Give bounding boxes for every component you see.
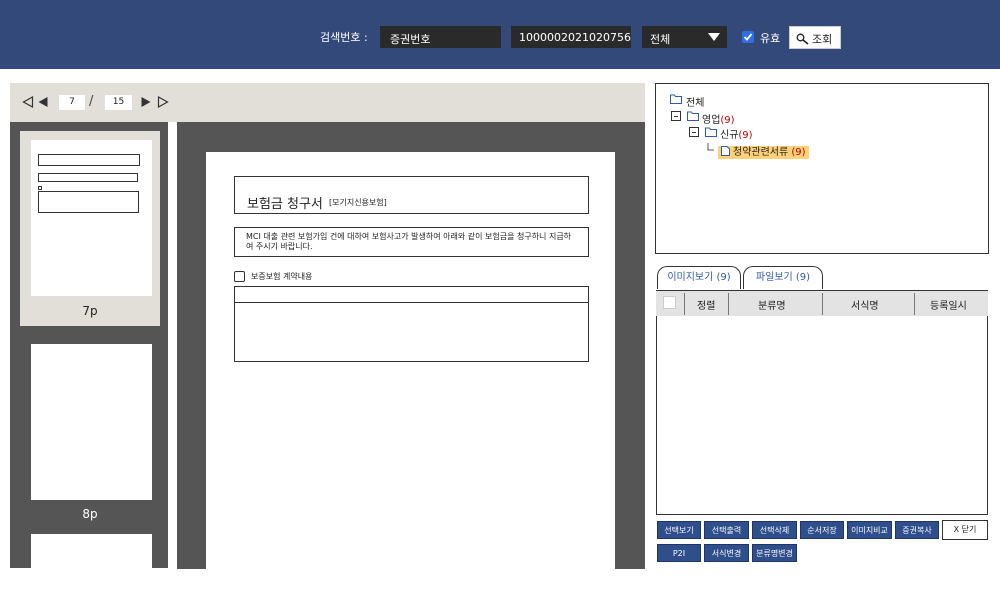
copy-policy-button[interactable]: 증권복사 [895, 521, 939, 539]
document-table-divider [235, 302, 588, 303]
p2i-button[interactable]: P2I [657, 544, 701, 562]
tree-leaf-count: (9) [791, 147, 806, 158]
thumbnail-checkbox [38, 186, 42, 190]
tree-node-root[interactable]: 전체 [686, 94, 704, 109]
document-title-box: 보험금 청구서 [모기지신용보험] [234, 176, 589, 214]
document-title: 보험금 청구서 [247, 197, 323, 212]
category-tree [655, 83, 989, 254]
column-divider [914, 293, 915, 315]
tree-leaf-highlight: 청약관련서류 (9) [718, 146, 809, 159]
tree-connector [707, 143, 714, 151]
search-button[interactable]: 조회 [789, 26, 841, 49]
tree-node-sales[interactable]: 영업(9) [702, 111, 735, 126]
document-table [234, 286, 589, 362]
tree-new-label: 신규 [720, 130, 739, 141]
last-page-icon[interactable] [157, 96, 169, 108]
total-pages: 15 [105, 95, 132, 110]
checkmark-icon [743, 33, 753, 41]
document-icon [721, 146, 730, 156]
tree-leaf-label: 청약관련서류 [733, 147, 789, 158]
close-button[interactable]: X 닫기 [942, 520, 988, 540]
column-category[interactable]: 분류명 [758, 297, 786, 312]
thumbnail-notice-box [38, 173, 138, 182]
current-page-input[interactable]: 7 [59, 95, 85, 110]
tab-image-view[interactable]: 이미지보기 (9) [657, 266, 741, 289]
search-icon [796, 33, 809, 45]
collapse-icon[interactable] [689, 127, 699, 137]
document-page [206, 152, 615, 572]
compare-images-button[interactable]: 이미지비교 [847, 521, 892, 539]
change-category-button[interactable]: 분류명변경 [752, 544, 797, 562]
search-type-field[interactable]: 증권번호 [380, 26, 501, 48]
thumbnail-table [38, 191, 139, 213]
thumbnail-page-8[interactable] [31, 344, 152, 500]
change-form-button[interactable]: 서식변경 [704, 544, 749, 562]
column-divider [728, 293, 729, 315]
column-form-name[interactable]: 서식명 [851, 297, 879, 312]
folder-icon [687, 111, 699, 121]
view-selected-button[interactable]: 선택보기 [657, 521, 701, 539]
folder-icon [705, 127, 717, 137]
page-separator: / [89, 94, 94, 109]
status-select[interactable]: 전체 [642, 26, 727, 48]
policy-number-input[interactable]: 100000202102075695 [511, 26, 631, 48]
tree-new-count: (9) [738, 130, 753, 141]
grid-header: 정렬 분류명 서식명 등록일시 [656, 290, 988, 316]
status-select-value: 전체 [650, 33, 671, 46]
prev-page-icon[interactable] [37, 96, 49, 108]
thumbnail-title-box [38, 154, 140, 166]
document-section-label: 보증보험 계약내용 [251, 272, 313, 281]
tree-sales-count: (9) [720, 115, 735, 126]
document-subtitle: [모기지신용보험] [329, 198, 387, 207]
tree-root-label: 전체 [686, 98, 705, 109]
first-page-icon[interactable] [22, 96, 34, 108]
grid-body [656, 316, 988, 515]
collapse-icon[interactable] [671, 111, 681, 121]
save-order-button[interactable]: 순서저장 [800, 521, 844, 539]
valid-checkbox[interactable] [742, 31, 754, 43]
next-page-icon[interactable] [140, 96, 152, 108]
document-notice: MCI 대출 관련 보험가입 건에 대하여 보험사고가 발생하여 아래와 같이 … [234, 227, 589, 257]
search-button-label: 조회 [812, 33, 833, 46]
column-sort[interactable]: 정렬 [697, 297, 715, 312]
document-checkbox [234, 271, 245, 282]
tree-node-new[interactable]: 신규(9) [720, 126, 753, 141]
column-divider [822, 293, 823, 315]
tree-sales-label: 영업 [702, 115, 721, 126]
tab-file-view[interactable]: 파일보기 (9) [743, 266, 823, 289]
thumbnail-label-7: 7p [82, 304, 98, 318]
valid-label: 유효 [760, 32, 781, 45]
thumbnail-label-8: 8p [82, 507, 98, 521]
select-all-checkbox[interactable] [663, 296, 676, 309]
tree-node-application-docs[interactable]: 청약관련서류 (9) [718, 143, 809, 159]
folder-icon [670, 94, 682, 104]
column-divider [684, 293, 685, 315]
thumbnail-page-9[interactable] [31, 534, 152, 568]
caret-down-icon [708, 33, 720, 41]
delete-selected-button[interactable]: 선택삭제 [752, 521, 797, 539]
thumbnail-page-7[interactable] [31, 140, 152, 296]
print-selected-button[interactable]: 선택출력 [704, 521, 749, 539]
column-registered-at[interactable]: 등록일시 [930, 297, 967, 312]
search-label: 검색번호 : [320, 31, 368, 44]
